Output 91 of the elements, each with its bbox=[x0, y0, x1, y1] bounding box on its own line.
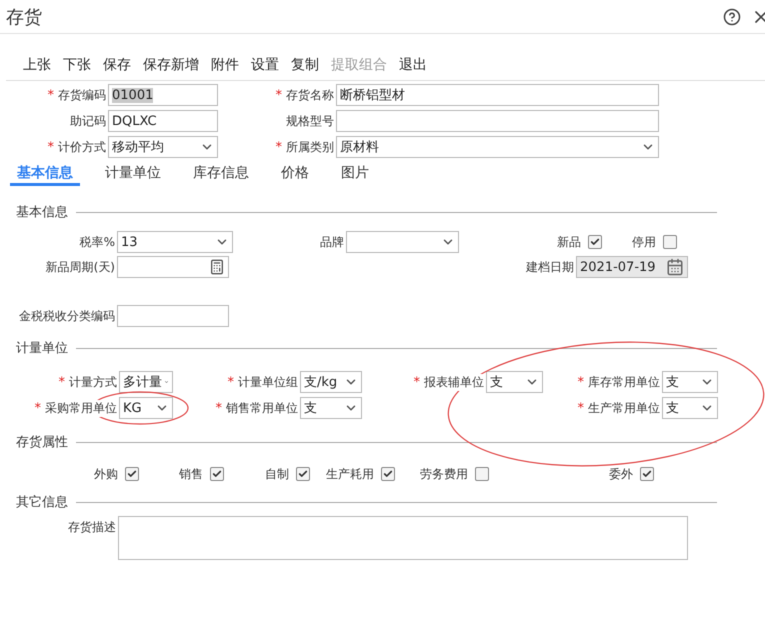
dropdown[interactable]: 移动平均 bbox=[108, 136, 218, 158]
required-mark: * bbox=[578, 374, 584, 390]
text-field[interactable]: 01001 bbox=[108, 84, 218, 106]
field-label: 生产耗用 bbox=[326, 466, 374, 482]
field-label: 停用 bbox=[632, 234, 656, 250]
checkmark-icon bbox=[127, 469, 137, 479]
section-title: 基本信息 bbox=[16, 204, 68, 221]
field-label: 所属类别 bbox=[286, 138, 334, 156]
text-field[interactable]: DQLXC bbox=[108, 110, 218, 132]
field-label: 库存常用单位 bbox=[588, 374, 660, 390]
checkbox[interactable] bbox=[125, 467, 139, 481]
field-label: 自制 bbox=[265, 466, 289, 482]
field-label: 报表辅单位 bbox=[424, 374, 484, 390]
dropdown[interactable]: 支 bbox=[662, 371, 718, 393]
field-label: 规格型号 bbox=[286, 112, 334, 130]
field-label: 新品周期(天) bbox=[46, 258, 115, 276]
required-mark: * bbox=[276, 88, 282, 102]
text-field[interactable] bbox=[336, 110, 659, 132]
field-label: 品牌 bbox=[320, 234, 344, 250]
toolbar-button[interactable]: 复制 bbox=[290, 56, 320, 74]
checkbox[interactable] bbox=[210, 467, 224, 481]
dropdown[interactable]: 支 bbox=[486, 371, 543, 393]
calendar-icon bbox=[666, 258, 684, 276]
field-label: 存货描述 bbox=[68, 518, 116, 536]
tab[interactable]: 库存信息 bbox=[186, 162, 256, 186]
checkmark-icon bbox=[642, 469, 652, 479]
section-title: 计量单位 bbox=[16, 340, 68, 357]
toolbar-button[interactable]: 上张 bbox=[22, 56, 52, 74]
checkmark-icon bbox=[590, 237, 600, 247]
required-mark: * bbox=[276, 140, 282, 154]
required-mark: * bbox=[216, 400, 222, 416]
text-field[interactable]: 断桥铝型材 bbox=[336, 84, 659, 106]
field-label: 计量方式 bbox=[69, 374, 117, 390]
required-mark: * bbox=[58, 374, 65, 390]
tab[interactable]: 图片 bbox=[334, 162, 376, 186]
checkmark-icon bbox=[298, 469, 308, 479]
field-label: 税率% bbox=[80, 234, 115, 250]
field-label: 助记码 bbox=[70, 112, 106, 130]
field-label: 外购 bbox=[94, 466, 118, 482]
dropdown[interactable]: 多计量 bbox=[119, 371, 173, 393]
field-label: 劳务费用 bbox=[420, 466, 468, 482]
required-mark: * bbox=[48, 88, 54, 102]
field-label: 金税税收分类编码 bbox=[19, 308, 115, 324]
checkmark-icon bbox=[383, 469, 393, 479]
checkbox[interactable] bbox=[296, 467, 310, 481]
checkbox[interactable] bbox=[640, 467, 654, 481]
toolbar-button[interactable]: 下张 bbox=[62, 56, 92, 74]
field-label: 销售常用单位 bbox=[226, 400, 298, 416]
checkbox[interactable] bbox=[588, 235, 602, 249]
required-mark: * bbox=[228, 374, 234, 390]
required-mark: * bbox=[414, 374, 420, 390]
calculator-icon bbox=[209, 259, 225, 275]
dropdown[interactable]: 支 bbox=[662, 397, 718, 419]
toolbar-button[interactable]: 退出 bbox=[398, 56, 428, 74]
field-label: 销售 bbox=[179, 466, 203, 482]
field-label: 采购常用单位 bbox=[45, 400, 117, 416]
tab[interactable]: 基本信息 bbox=[10, 162, 80, 186]
dropdown[interactable]: 13 bbox=[117, 231, 233, 253]
window-title: 存货 bbox=[6, 6, 43, 28]
dropdown[interactable]: 支 bbox=[300, 397, 362, 419]
field-label: 存货编码 bbox=[58, 86, 106, 104]
required-mark: * bbox=[34, 400, 41, 416]
checkbox[interactable] bbox=[381, 467, 395, 481]
field-label: 委外 bbox=[609, 466, 633, 482]
description-field[interactable] bbox=[118, 516, 688, 560]
text-field[interactable] bbox=[117, 305, 229, 327]
dropdown[interactable]: 支/kg bbox=[300, 371, 362, 393]
tab[interactable]: 价格 bbox=[274, 162, 316, 186]
toolbar-button[interactable]: 附件 bbox=[210, 56, 240, 74]
field-label: 计量单位组 bbox=[238, 374, 298, 390]
dropdown[interactable]: KG bbox=[119, 397, 173, 419]
field-label: 生产常用单位 bbox=[588, 400, 660, 416]
checkbox[interactable] bbox=[475, 467, 489, 481]
dropdown[interactable]: 原材料 bbox=[336, 136, 659, 158]
toolbar-button[interactable]: 设置 bbox=[250, 56, 280, 74]
help-icon[interactable] bbox=[723, 8, 741, 26]
toolbar-button[interactable]: 保存 bbox=[102, 56, 132, 74]
checkbox[interactable] bbox=[663, 235, 677, 249]
checkmark-icon bbox=[212, 469, 222, 479]
required-mark: * bbox=[48, 140, 54, 154]
field-label: 建档日期 bbox=[526, 258, 574, 276]
toolbar-button[interactable]: 保存新增 bbox=[142, 56, 200, 74]
section-title: 存货属性 bbox=[16, 434, 68, 451]
field-label: 计价方式 bbox=[58, 138, 106, 156]
date-field[interactable]: 2021-07-19 bbox=[576, 256, 688, 278]
field-label: 新品 bbox=[557, 234, 581, 250]
number-field[interactable] bbox=[117, 256, 229, 278]
required-mark: * bbox=[578, 400, 584, 416]
section-title: 其它信息 bbox=[16, 494, 68, 511]
field-label: 存货名称 bbox=[286, 86, 334, 104]
tab[interactable]: 计量单位 bbox=[98, 162, 168, 186]
